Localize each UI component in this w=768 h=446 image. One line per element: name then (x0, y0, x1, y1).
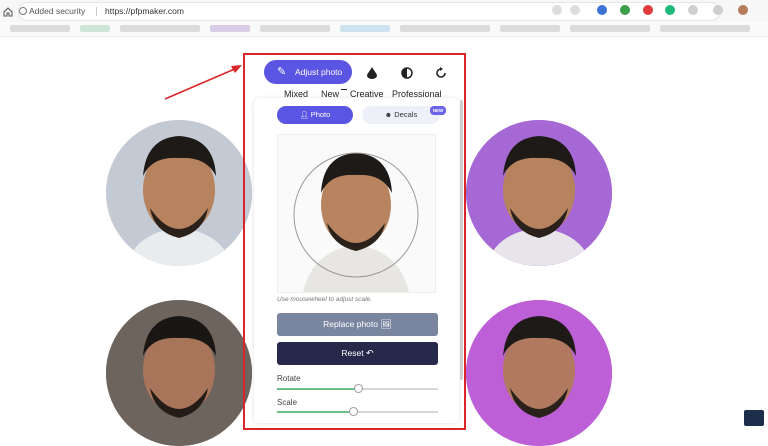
avatar-preview-3[interactable] (106, 300, 252, 446)
shield-icon (19, 7, 27, 15)
bookmark-item[interactable] (570, 25, 650, 32)
extension-icon[interactable] (620, 5, 630, 15)
url-text[interactable]: https://pfpmaker.com (105, 3, 184, 20)
extension-icon[interactable] (597, 5, 607, 15)
bookmark-item[interactable] (80, 25, 110, 32)
bookmark-item[interactable] (660, 25, 750, 32)
address-bar[interactable]: Added security https://pfpmaker.com (18, 2, 720, 21)
bookmarks-bar (0, 22, 768, 37)
favorite-icon[interactable] (570, 5, 580, 15)
highlight-box (243, 53, 466, 430)
home-icon[interactable] (3, 4, 13, 17)
browser-toolbar: Added security https://pfpmaker.com (0, 0, 768, 23)
annotation-arrow (163, 60, 245, 107)
read-aloud-icon[interactable] (552, 5, 562, 15)
bookmark-item[interactable] (340, 25, 390, 32)
bookmark-item[interactable] (260, 25, 330, 32)
watermark-logo (744, 410, 764, 426)
avatar-preview-4[interactable] (466, 300, 612, 446)
bookmark-item[interactable] (10, 25, 70, 32)
security-label: Added security (29, 6, 86, 16)
bookmark-item[interactable] (400, 25, 490, 32)
avatar-preview-2[interactable] (466, 120, 612, 266)
avatar-preview-1[interactable] (106, 120, 252, 266)
extension-icon[interactable] (643, 5, 653, 15)
avatar[interactable] (738, 5, 748, 15)
bookmark-item[interactable] (210, 25, 250, 32)
bookmark-item[interactable] (120, 25, 200, 32)
extension-icon[interactable] (665, 5, 675, 15)
bookmark-item[interactable] (500, 25, 560, 32)
divider (96, 7, 97, 16)
puzzle-icon[interactable] (688, 5, 698, 15)
download-icon[interactable] (713, 5, 723, 15)
